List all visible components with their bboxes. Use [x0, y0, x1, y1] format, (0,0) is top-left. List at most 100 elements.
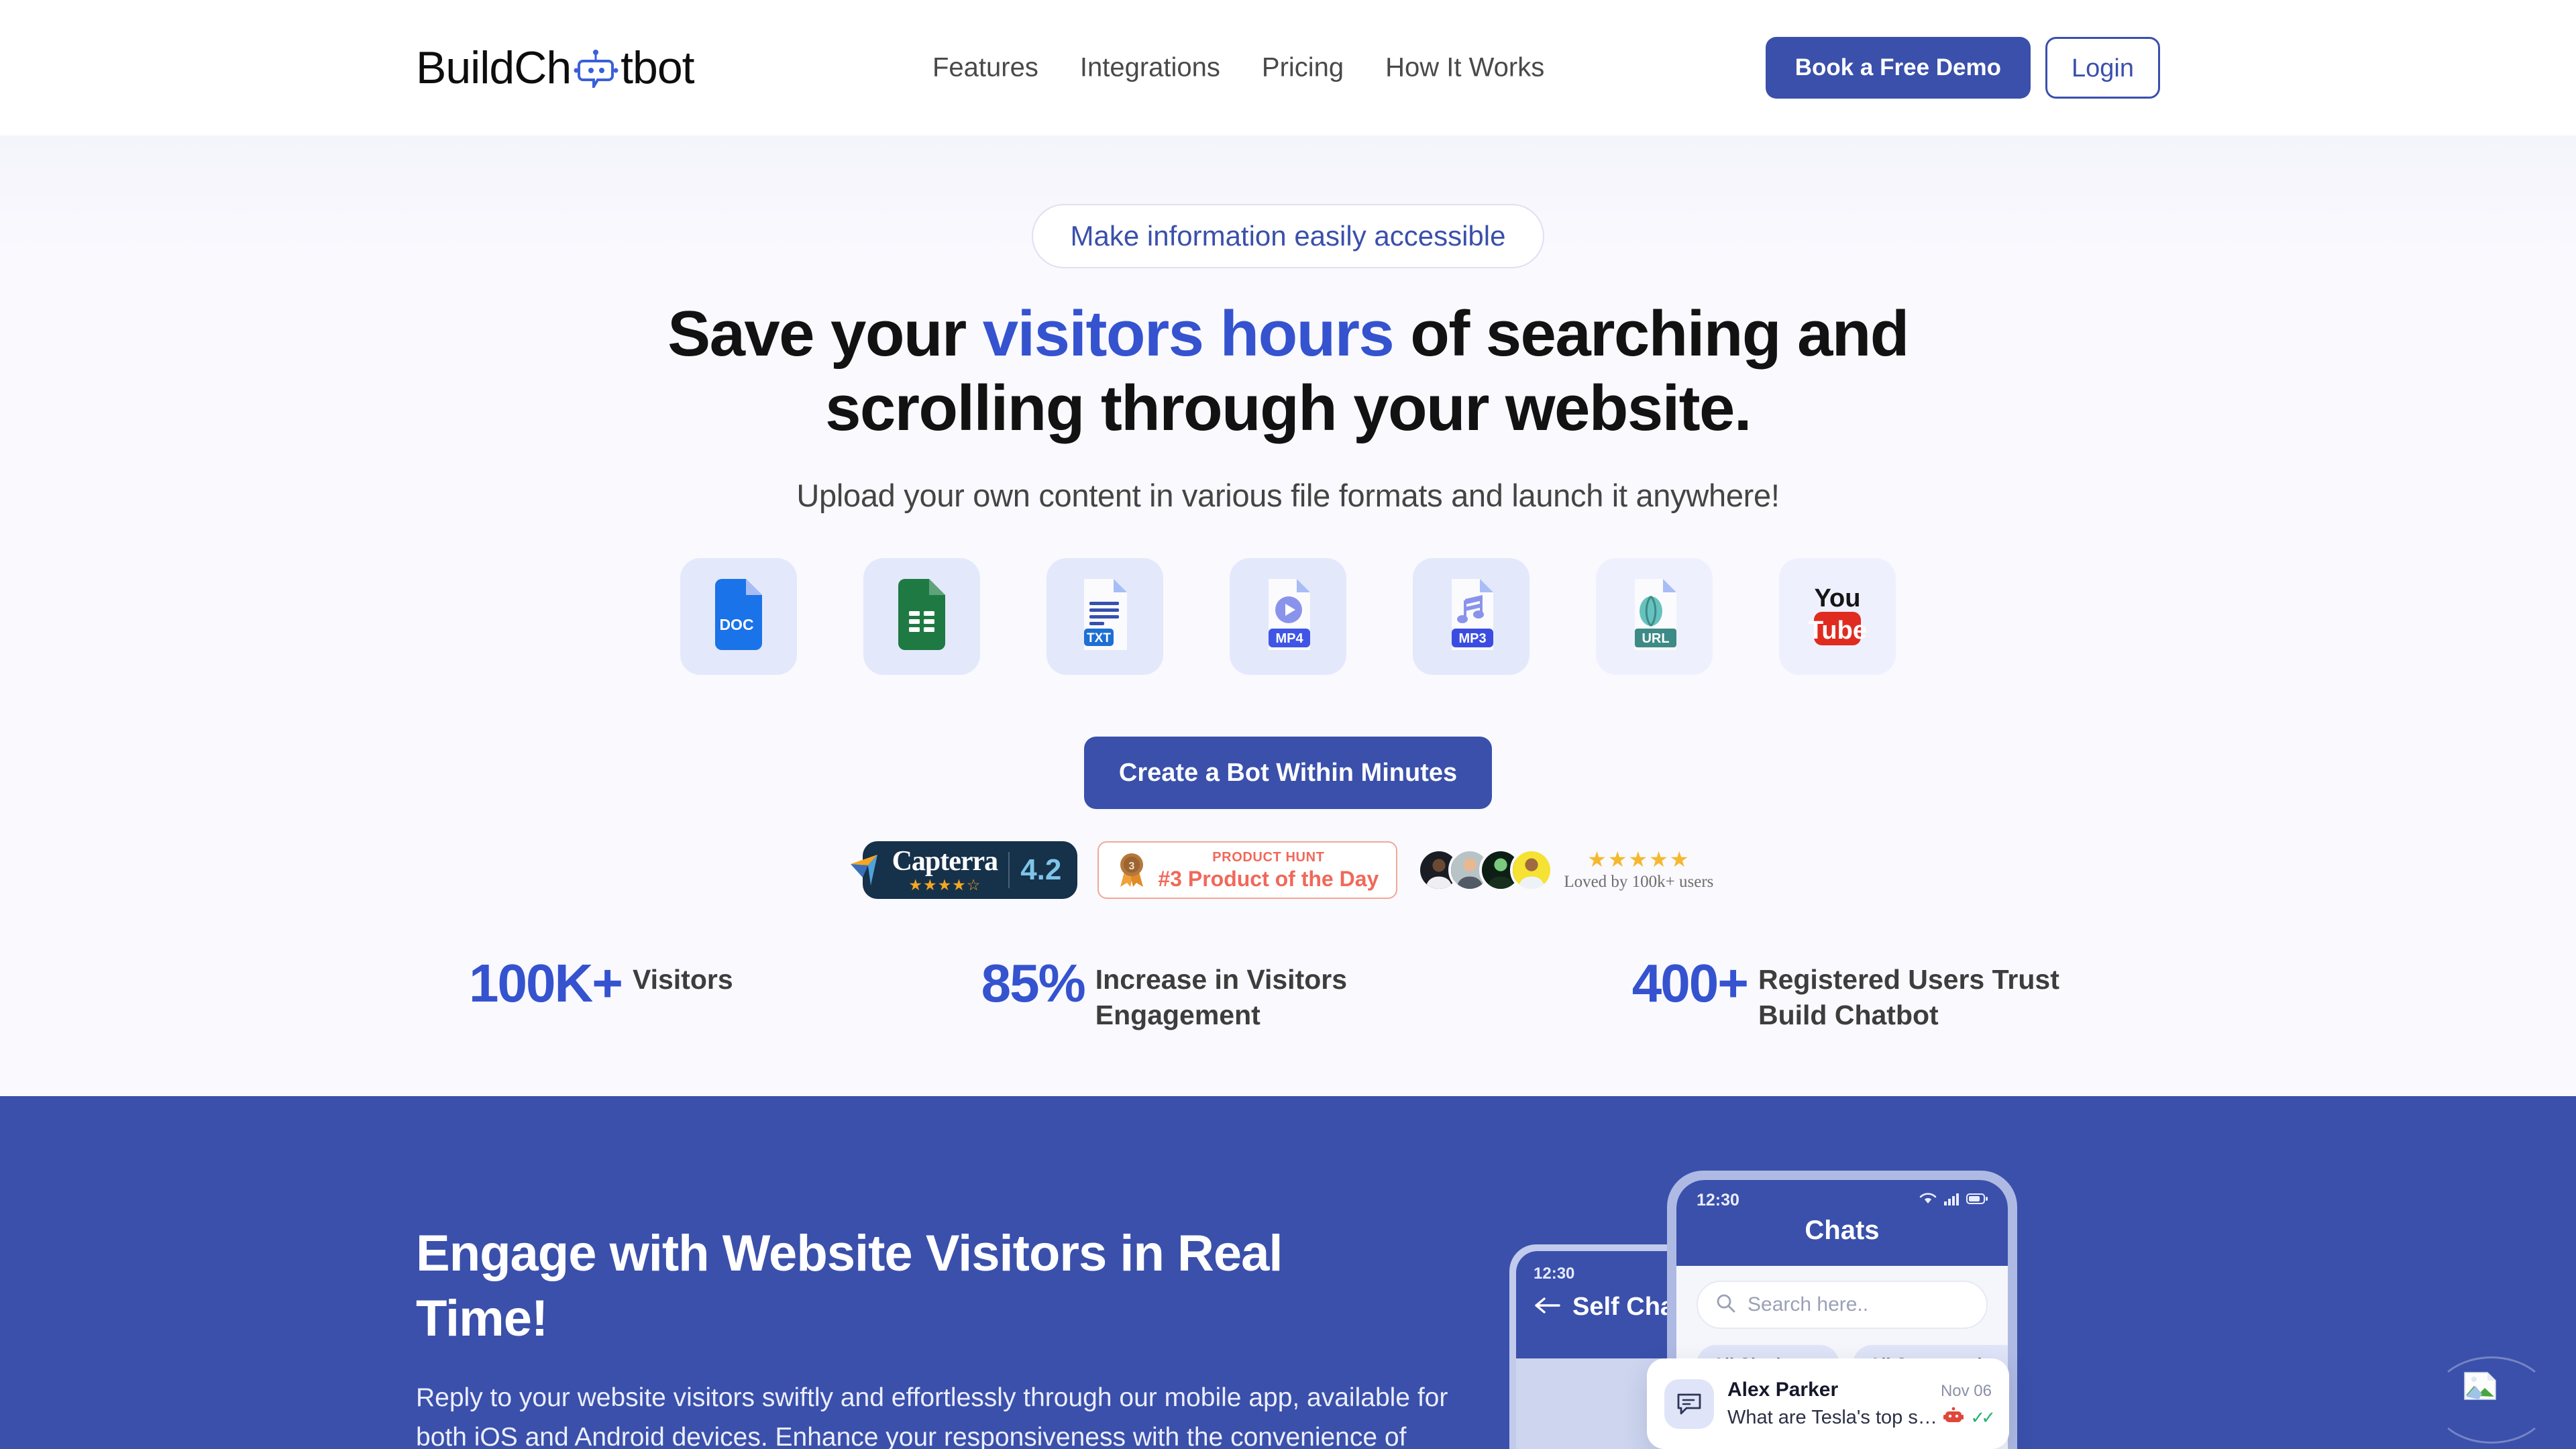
chat-item-header: Alex Parker Nov 06: [1727, 1379, 1992, 1401]
capterra-flag-icon: [850, 854, 888, 885]
svg-text:You: You: [1815, 584, 1861, 612]
stat-label: Registered Users Trust Build Chatbot: [1758, 963, 2059, 1031]
robot-avatar-icon: [1943, 1407, 1964, 1429]
book-demo-button[interactable]: Book a Free Demo: [1765, 37, 2031, 99]
nav-item-integrations[interactable]: Integrations: [1080, 53, 1220, 83]
sheet-file-icon: [894, 578, 949, 655]
file-chip-url[interactable]: URL: [1596, 557, 1713, 675]
avatar-group: [1417, 848, 1554, 892]
battery-icon: [1966, 1193, 1988, 1208]
file-chip-mp4[interactable]: MP4: [1230, 557, 1346, 675]
svg-text:Tube: Tube: [1809, 616, 1866, 645]
stat-number: 100K+: [469, 953, 623, 1013]
file-chip-mp3[interactable]: MP3: [1413, 557, 1529, 675]
url-file-icon: URL: [1627, 578, 1682, 655]
chat-list-item[interactable]: Alex Parker Nov 06 What are Tesla's top …: [1647, 1358, 2009, 1449]
chat-item-preview: What are Tesla's top safety feat… ✓✓: [1727, 1407, 1996, 1429]
file-chip-doc[interactable]: DOC: [680, 557, 797, 675]
stat-number: 85%: [981, 953, 1086, 1013]
engage-heading: Engage with Website Visitors in Real Tim…: [416, 1225, 1283, 1348]
stat-visitors: 100K+ Visitors: [469, 953, 733, 1013]
search-input[interactable]: Search here..: [1697, 1281, 1988, 1329]
capterra-divider: [1008, 851, 1010, 888]
logo-text-before: BuildCh: [416, 42, 572, 93]
file-format-row: DOC TXT MP4 MP3 URL You Tube: [0, 557, 2576, 675]
main-navigation: Features Integrations Pricing How It Wor…: [932, 53, 1544, 83]
phone-front-time: 12:30: [1697, 1191, 1739, 1210]
stat-number: 400+: [1631, 953, 1749, 1013]
loved-caption: Loved by 100k+ users: [1564, 872, 1714, 891]
stat-engagement: 85% Increase in Visitors Engagement: [981, 953, 1444, 1034]
svg-text:MP4: MP4: [1275, 631, 1303, 646]
product-hunt-badge[interactable]: 3 PRODUCT HUNT #3 Product of the Day: [1097, 841, 1398, 899]
youtube-icon: You Tube: [1808, 580, 1867, 653]
logo[interactable]: BuildCh tbot: [416, 42, 695, 93]
stat-registered-users: 400+ Registered Users Trust Build Chatbo…: [1631, 953, 2107, 1034]
search-placeholder: Search here..: [1748, 1293, 1869, 1316]
svg-text:MP3: MP3: [1458, 631, 1486, 646]
capterra-left: Capterra ★★★★☆: [892, 845, 999, 894]
doc-file-icon: DOC: [711, 578, 766, 655]
mp4-file-icon: MP4: [1260, 578, 1316, 655]
file-chip-youtube[interactable]: You Tube: [1779, 557, 1896, 675]
chat-item-content: Alex Parker Nov 06 What are Tesla's top …: [1727, 1379, 1996, 1429]
login-button[interactable]: Login: [2045, 37, 2160, 99]
hero-title-highlight: visitors hours: [982, 298, 1395, 370]
signal-icon: [1943, 1192, 1960, 1209]
txt-file-icon: TXT: [1077, 578, 1132, 655]
loved-by-users: ★★★★★ Loved by 100k+ users: [1417, 848, 1713, 892]
svg-text:DOC: DOC: [719, 616, 753, 633]
chat-date: Nov 06: [1940, 1382, 1992, 1400]
phone-status-icons: [1919, 1192, 1988, 1209]
svg-text:3: 3: [1129, 861, 1135, 872]
stat-label: Visitors: [632, 963, 733, 995]
chat-item-meta: ✓✓: [1943, 1407, 1996, 1429]
trust-badges-row: Capterra ★★★★☆ 4.2 3 PRODUCT HUNT #3 Pro…: [0, 841, 2576, 899]
svg-text:URL: URL: [1642, 631, 1669, 646]
back-arrow-icon[interactable]: [1534, 1293, 1560, 1322]
capterra-name: Capterra: [892, 845, 999, 877]
create-bot-button[interactable]: Create a Bot Within Minutes: [1083, 736, 1493, 809]
chat-bubble-icon: [1664, 1379, 1714, 1429]
engage-section: Engage with Website Visitors in Real Tim…: [0, 1096, 2576, 1449]
hero-section: Make information easily accessible Save …: [0, 136, 2576, 1096]
logo-text-after: tbot: [621, 42, 694, 93]
hero-subtitle: Upload your own content in various file …: [796, 477, 1780, 513]
product-hunt-texts: PRODUCT HUNT #3 Product of the Day: [1158, 849, 1379, 892]
medal-icon: 3: [1116, 852, 1147, 888]
chat-widget-launcher[interactable]: [2432, 1356, 2551, 1444]
loved-texts: ★★★★★ Loved by 100k+ users: [1564, 849, 1713, 892]
mp3-file-icon: MP3: [1444, 578, 1499, 655]
broken-image-icon: [2463, 1368, 2500, 1402]
header-actions: Book a Free Demo Login: [1765, 37, 2160, 99]
search-icon: [1715, 1293, 1737, 1318]
svg-text:TXT: TXT: [1087, 631, 1111, 645]
read-receipt-icon: ✓✓: [1970, 1407, 1995, 1428]
robot-icon: [572, 48, 619, 92]
stat-label: Increase in Visitors Engagement: [1095, 963, 1348, 1031]
hero-title-part1: Save your: [667, 298, 983, 370]
phone-front-title: Chats: [1805, 1216, 1880, 1245]
hero-badge: Make information easily accessible: [1031, 204, 1545, 268]
phone-front-topbar: 12:30 Chats: [1676, 1180, 2008, 1266]
engage-paragraph: Reply to your website visitors swiftly a…: [416, 1383, 1448, 1449]
site-header: BuildCh tbot Features Integrations Prici…: [0, 0, 2576, 136]
capterra-badge[interactable]: Capterra ★★★★☆ 4.2: [850, 841, 1078, 899]
capterra-stars: ★★★★☆: [908, 875, 981, 894]
chat-message-preview: What are Tesla's top safety feat…: [1727, 1407, 1943, 1428]
file-chip-txt[interactable]: TXT: [1046, 557, 1163, 675]
phone-status-bar: 12:30: [1697, 1191, 1988, 1210]
rating-stars: ★★★★★: [1587, 847, 1690, 871]
file-chip-sheet[interactable]: [863, 557, 980, 675]
product-hunt-title: #3 Product of the Day: [1158, 866, 1379, 891]
chat-contact-name: Alex Parker: [1727, 1379, 1839, 1401]
phone-back-title: Self Chat: [1572, 1293, 1683, 1321]
capterra-score: 4.2: [1020, 853, 1062, 886]
avatar: [1510, 848, 1554, 892]
landing-page: BuildCh tbot Features Integrations Prici…: [0, 0, 2576, 1449]
phone-back-time: 12:30: [1534, 1265, 1575, 1283]
phone-back-title-row: Self Chat: [1534, 1293, 1686, 1322]
nav-item-how-it-works[interactable]: How It Works: [1385, 53, 1544, 83]
nav-item-features[interactable]: Features: [932, 53, 1038, 83]
nav-item-pricing[interactable]: Pricing: [1262, 53, 1344, 83]
